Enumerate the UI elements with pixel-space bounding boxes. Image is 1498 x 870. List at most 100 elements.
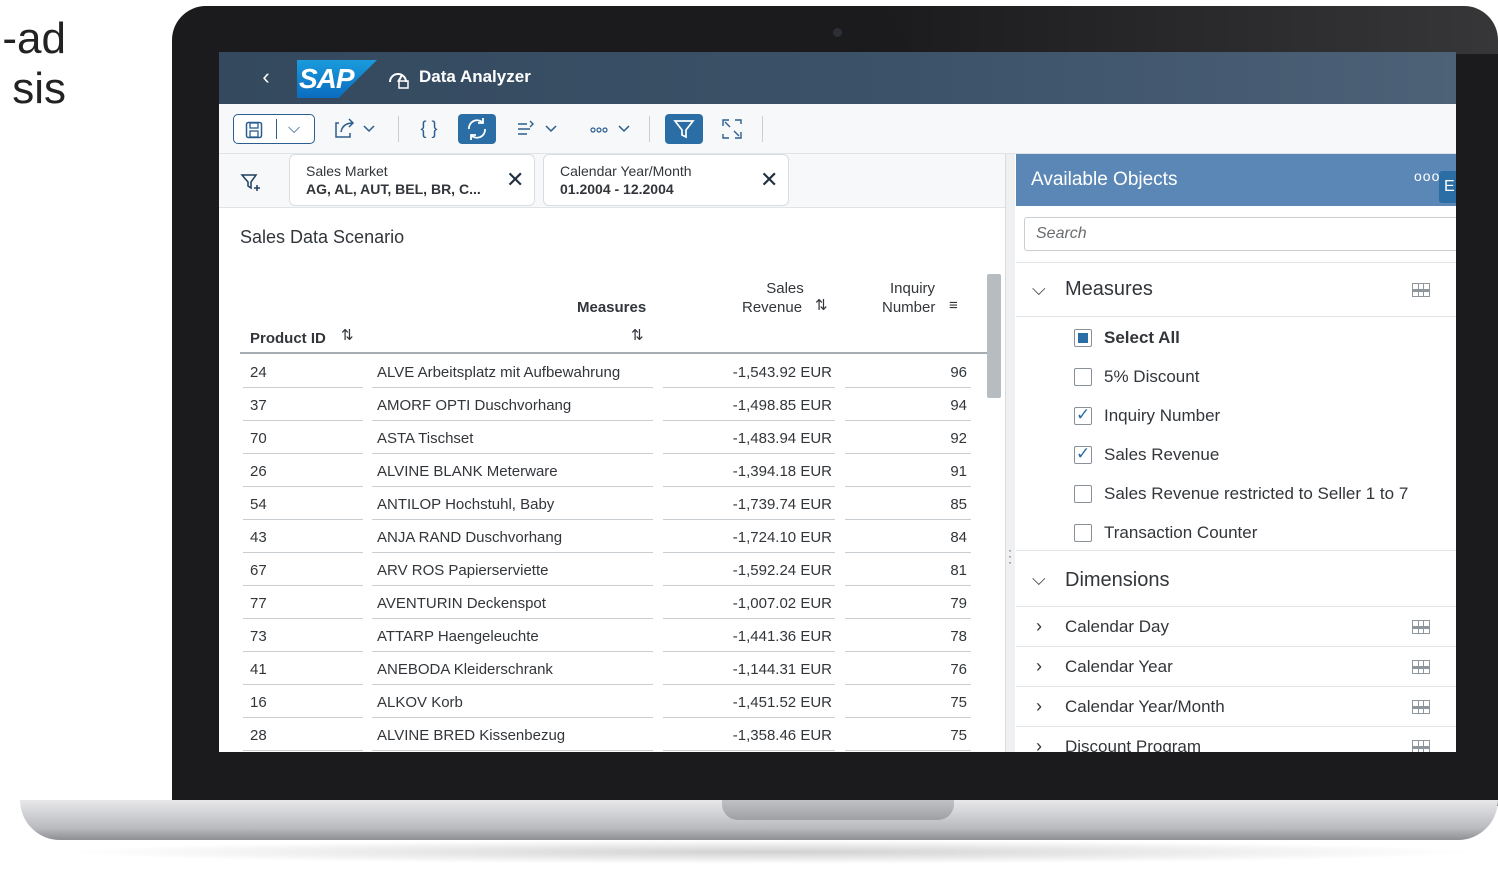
product-id-cell: 41 [243,655,363,685]
shell-bar: ‹ SAP Data Analyzer [219,52,1456,104]
sales-revenue-cell: -1,441.36 EUR [663,622,835,652]
measure-checkbox[interactable] [1074,405,1092,425]
table-layout-icon[interactable] [1412,740,1430,752]
toolbar: ⌵ { } [219,104,1456,154]
table-row[interactable]: 41 ANEBODA Kleiderschrank -1,144.31 EUR 76 [240,655,992,688]
sales-revenue-cell: -1,724.10 EUR [663,523,835,553]
dimension-label: Calendar Year [1065,657,1173,676]
table-row[interactable]: 28 ALVINE BRED Kissenbezug -1,358.46 EUR 75 [240,721,992,752]
measure-checkbox[interactable] [1074,329,1092,347]
search-input[interactable]: Search [1024,217,1456,251]
inquiry-number-cell: 96 [845,358,971,388]
filter-chip-calendar[interactable]: Calendar Year/Month 01.2004 - 12.2004 ✕ [543,154,789,206]
more-actions-button[interactable] [587,114,637,144]
product-id-header[interactable]: Product ID [250,330,326,347]
measure-checkbox[interactable] [1074,485,1092,503]
inquiry-number-cell: 81 [845,556,971,586]
side-caption-line-2: sis [12,64,66,113]
table-layout-icon[interactable] [1412,660,1430,674]
product-name-cell: ARV ROS Papierserviette [372,556,653,586]
chevron-down-icon[interactable]: ⌵ [1032,279,1046,300]
camera-dot [833,28,842,37]
filter-toggle-button[interactable] [665,114,703,144]
table-row[interactable]: 73 ATTARP Haengeleuchte -1,441.36 EUR 78 [240,622,992,655]
inquiry-number-cell: 76 [845,655,971,685]
product-promo-image: ad- sis ‹ SAP Data Analyzer ⌵ {} Sales … [0,0,1498,870]
product-id-cell: 67 [243,556,363,586]
measure-label: Transaction Counter [1104,523,1258,542]
table-row[interactable]: 26 ALVINE BLANK Meterware -1,394.18 EUR 91 [240,457,992,490]
dimension-item[interactable]: › Calendar Year/Month [1016,687,1456,727]
inquiry-number-cell: 94 [845,391,971,421]
product-name-cell: ATTARP Haengeleuchte [372,622,653,652]
splitter-grip-icon[interactable]: · · · [1008,544,1012,568]
measure-checkbox[interactable] [1074,444,1092,464]
sales-revenue-header-line1[interactable]: Sales [766,280,804,297]
table-row[interactable]: 54 ANTILOP Hochstuhl, Baby -1,739.74 EUR 85 [240,490,992,523]
dimension-item[interactable]: › Calendar Day [1016,607,1456,647]
measure-label: Inquiry Number [1104,406,1221,425]
refresh-button[interactable] [458,114,496,144]
dimensions-group-title[interactable]: Dimensions [1065,569,1169,592]
lid-glare [878,6,1498,54]
inquiry-number-cell: 75 [845,721,971,751]
filter-chip-sales-market[interactable]: Sales Market AG, AL, AUT, BEL, BR, C... … [289,154,535,206]
table-layout-icon[interactable] [1412,283,1430,297]
inquiry-number-cell: 85 [845,490,971,520]
report-title: Sales Data Scenario [240,227,405,247]
sort-icon[interactable]: ⇅ [631,326,644,344]
inquiry-header-line1[interactable]: Inquiry [890,280,935,297]
back-button[interactable]: ‹ [255,65,277,89]
table-row[interactable]: 67 ARV ROS Papierserviette -1,592.24 EUR 81 [240,556,992,589]
measure-label: Sales Revenue [1104,445,1220,464]
share-button[interactable] [331,114,381,144]
inquiry-number-cell: 91 [845,457,971,487]
add-filter-icon[interactable] [239,170,263,194]
chevron-right-icon[interactable]: › [1036,656,1042,677]
close-icon[interactable]: ✕ [760,169,778,191]
product-id-cell: 16 [243,688,363,718]
product-name-cell: ALVINE BRED Kissenbezug [372,721,653,751]
table-row[interactable]: 24 ALVE Arbeitsplatz mit Aufbewahrung -1,5… [240,358,992,391]
swap-axes-button[interactable] [513,114,563,144]
sales-revenue-cell: -1,358.46 EUR [663,721,835,751]
dimension-item[interactable]: › Discount Program [1016,727,1456,752]
table-row[interactable]: 77 AVENTURIN Deckenspot -1,007.02 EUR 79 [240,589,992,622]
dimension-label: Discount Program [1065,737,1202,752]
dimension-item[interactable]: › Calendar Year [1016,647,1456,687]
table-layout-icon[interactable] [1412,620,1430,634]
measure-checkbox[interactable] [1074,524,1092,542]
table-row[interactable]: 16 ALKOV Korb -1,451.52 EUR 75 [240,688,992,721]
filter-bar: Sales Market AG, AL, AUT, BEL, BR, C... … [219,154,1005,208]
scrollbar[interactable] [987,274,1001,398]
measures-group-title[interactable]: Measures [1065,278,1153,301]
formula-button[interactable]: { } [415,114,443,144]
sort-descending-icon[interactable]: ≡ [949,297,958,314]
sap-logo-text: SAP [299,63,355,94]
chevron-right-icon[interactable]: › [1036,616,1042,637]
product-name-cell: ANJA RAND Duschvorhang [372,523,653,553]
sort-icon[interactable]: ⇅ [341,326,354,344]
product-id-cell: 54 [243,490,363,520]
product-name-cell: AMORF OPTI Duschvorhang [372,391,653,421]
chevron-right-icon[interactable]: › [1036,736,1042,752]
chevron-right-icon[interactable]: › [1036,696,1042,717]
measure-checkbox[interactable] [1074,368,1092,386]
sales-revenue-cell: -1,144.31 EUR [663,655,835,685]
panel-splitter[interactable] [1005,154,1015,752]
inquiry-header-line2[interactable]: Number [882,299,935,316]
close-icon[interactable]: ✕ [506,169,524,191]
more-icon[interactable]: ooo [1414,168,1440,184]
sort-icon[interactable]: ⇅ [815,296,828,314]
product-id-cell: 37 [243,391,363,421]
toolbar-divider [649,116,650,142]
sales-revenue-header-line2[interactable]: Revenue [742,299,802,316]
fullscreen-button[interactable] [717,114,747,144]
save-menu-button[interactable]: ⌵ [233,114,315,144]
chevron-down-icon[interactable]: ⌵ [1032,569,1046,590]
table-row[interactable]: 70 ASTA Tischset -1,483.94 EUR 92 [240,424,992,457]
table-row[interactable]: 43 ANJA RAND Duschvorhang -1,724.10 EUR 84 [240,523,992,556]
table-layout-icon[interactable] [1412,700,1430,714]
table-row[interactable]: 37 AMORF OPTI Duschvorhang -1,498.85 EUR 94 [240,391,992,424]
panel-view-button[interactable]: E [1439,171,1456,203]
